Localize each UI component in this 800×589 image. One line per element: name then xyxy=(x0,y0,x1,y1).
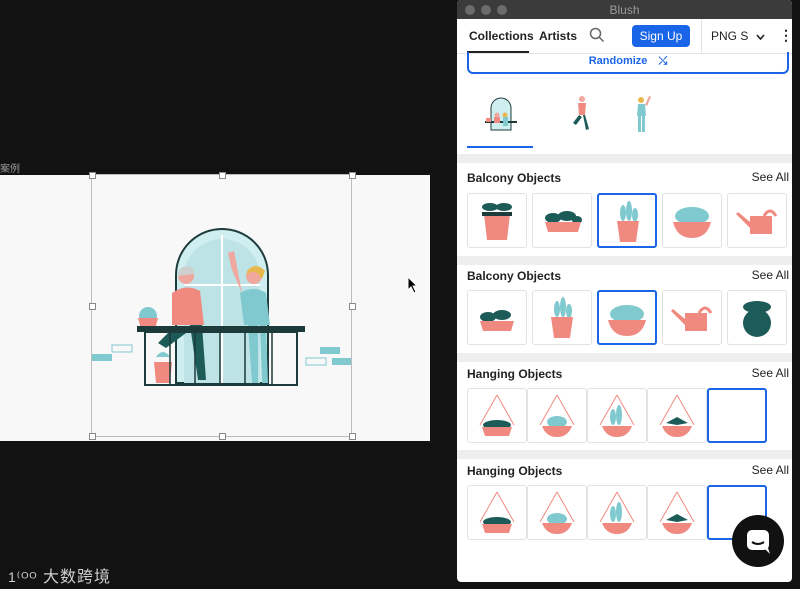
asset-tile-pot-succulent[interactable] xyxy=(532,290,592,345)
asset-tile-hanging-succulent[interactable] xyxy=(587,485,647,540)
blush-plugin-window: Blush Collections Artists Sign Up PNG S … xyxy=(457,0,792,582)
character-variant-tabs xyxy=(467,88,787,152)
chat-icon xyxy=(747,530,770,554)
chevron-down-icon xyxy=(756,29,765,43)
asset-tile-bowl-plant[interactable] xyxy=(597,290,657,345)
resize-handle-right[interactable] xyxy=(349,303,356,310)
see-all-link[interactable]: See All xyxy=(752,463,789,477)
nav-divider xyxy=(701,19,702,53)
asset-tile-hanging-succulent[interactable] xyxy=(587,388,647,443)
section-title: Hanging Objects xyxy=(467,367,563,381)
resize-handle-bottom[interactable] xyxy=(219,433,226,440)
tab-artists[interactable]: Artists xyxy=(539,29,577,43)
variant-walking-man[interactable] xyxy=(549,88,613,148)
resize-handle-top[interactable] xyxy=(219,172,226,179)
variant-balcony-scene[interactable] xyxy=(467,88,531,148)
resize-handle-top-right[interactable] xyxy=(349,172,356,179)
section-divider xyxy=(457,353,792,362)
section-divider xyxy=(457,256,792,265)
resize-handle-bottom-right[interactable] xyxy=(349,433,356,440)
asset-tile-hanging-bowl[interactable] xyxy=(527,388,587,443)
format-select-value: PNG S xyxy=(711,29,749,43)
see-all-link[interactable]: See All xyxy=(752,170,789,184)
watermark-text: 大数跨境 xyxy=(43,569,112,586)
more-vertical-icon[interactable]: ⋮ xyxy=(779,27,792,44)
asset-tile-pot-plant[interactable] xyxy=(467,193,527,248)
asset-tile-trough-plant[interactable] xyxy=(467,290,527,345)
sign-up-button[interactable]: Sign Up xyxy=(632,25,690,47)
chat-support-button[interactable] xyxy=(732,515,784,567)
shuffle-icon: ⤯ xyxy=(658,55,668,67)
see-all-link[interactable]: See All xyxy=(752,268,789,282)
see-all-link[interactable]: See All xyxy=(752,366,789,380)
section-title: Balcony Objects xyxy=(467,171,562,185)
asset-tile-hanging-bowl[interactable] xyxy=(527,485,587,540)
format-select[interactable]: PNG S xyxy=(711,29,765,43)
window-titlebar[interactable]: Blush xyxy=(457,0,792,19)
selection-box[interactable] xyxy=(89,172,356,440)
section-title: Balcony Objects xyxy=(467,269,562,283)
asset-tile-watering-can[interactable] xyxy=(662,290,722,345)
active-variant-indicator xyxy=(467,146,533,148)
watermark-logo: 1⁽ᴼᴼ 大数跨境 xyxy=(8,563,111,587)
randomize-button[interactable]: Randomize ⤯ xyxy=(467,52,789,74)
asset-tile-hanging-trough[interactable] xyxy=(467,485,527,540)
asset-tile-round-pot-plant[interactable] xyxy=(727,290,787,345)
frame-label[interactable]: 案例 xyxy=(0,160,20,175)
asset-tile-hanging-fern[interactable] xyxy=(647,388,707,443)
asset-tile-empty-selected[interactable] xyxy=(707,388,767,443)
asset-tile-pot-succulent[interactable] xyxy=(597,193,657,248)
asset-tile-trough-plant[interactable] xyxy=(532,193,592,248)
section-title: Hanging Objects xyxy=(467,464,563,478)
pointer-cursor-icon xyxy=(407,275,419,299)
resize-handle-left[interactable] xyxy=(89,303,96,310)
asset-tile-watering-can[interactable] xyxy=(727,193,787,248)
top-nav: Collections Artists Sign Up PNG S ⋮ xyxy=(457,19,792,54)
watermark-mark-icon: 1⁽ᴼᴼ xyxy=(8,569,38,585)
resize-handle-top-left[interactable] xyxy=(89,172,96,179)
section-divider xyxy=(457,450,792,459)
section-divider xyxy=(457,154,792,163)
asset-tile-hanging-fern[interactable] xyxy=(647,485,707,540)
resize-handle-bottom-left[interactable] xyxy=(89,433,96,440)
search-icon[interactable] xyxy=(589,27,605,48)
variant-waving-woman[interactable] xyxy=(613,88,677,148)
randomize-label: Randomize xyxy=(588,55,648,67)
asset-tile-bowl-plant[interactable] xyxy=(662,193,722,248)
asset-tile-hanging-trough[interactable] xyxy=(467,388,527,443)
window-title: Blush xyxy=(609,3,640,17)
tab-collections[interactable]: Collections xyxy=(469,29,534,43)
